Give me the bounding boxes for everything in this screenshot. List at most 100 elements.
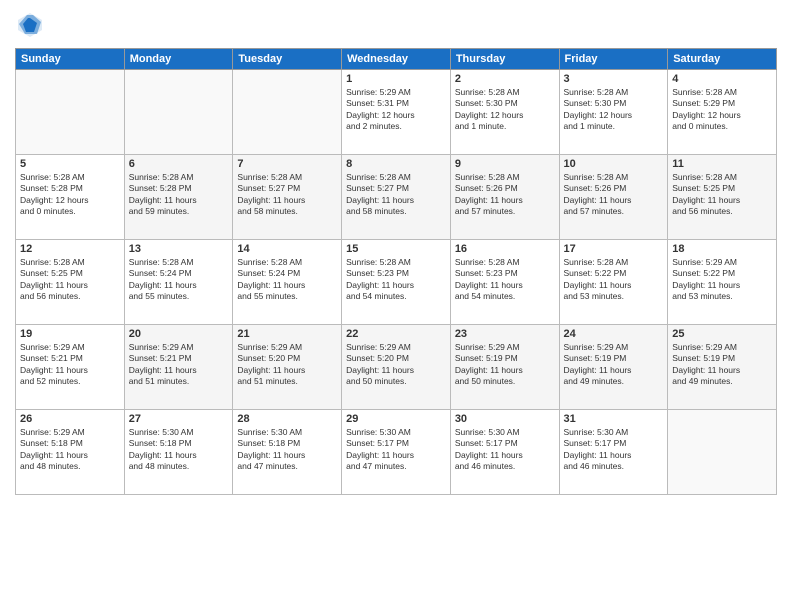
header-row: SundayMondayTuesdayWednesdayThursdayFrid… bbox=[16, 49, 777, 70]
calendar-cell: 4 Sunrise: 5:28 AM Sunset: 5:29 PM Daylig… bbox=[668, 70, 777, 155]
day-info: Sunrise: 5:28 AM Sunset: 5:28 PM Dayligh… bbox=[129, 172, 229, 218]
day-info: Sunrise: 5:28 AM Sunset: 5:22 PM Dayligh… bbox=[564, 257, 664, 303]
day-info: Sunrise: 5:28 AM Sunset: 5:27 PM Dayligh… bbox=[346, 172, 446, 218]
day-number: 10 bbox=[564, 158, 664, 170]
calendar-cell: 22Sunrise: 5:29 AM Sunset: 5:20 PM Dayli… bbox=[342, 325, 451, 410]
day-info: Sunrise: 5:30 AM Sunset: 5:17 PM Dayligh… bbox=[346, 427, 446, 473]
calendar-cell: 5 Sunrise: 5:28 AM Sunset: 5:28 PM Daylig… bbox=[16, 155, 125, 240]
day-number: 8 bbox=[346, 158, 446, 170]
weekday-header: Friday bbox=[559, 49, 668, 70]
calendar-cell: 26Sunrise: 5:29 AM Sunset: 5:18 PM Dayli… bbox=[16, 410, 125, 495]
day-info: Sunrise: 5:28 AM Sunset: 5:30 PM Dayligh… bbox=[564, 87, 664, 133]
day-info: Sunrise: 5:29 AM Sunset: 5:22 PM Dayligh… bbox=[672, 257, 772, 303]
day-number: 17 bbox=[564, 243, 664, 255]
weekday-header: Saturday bbox=[668, 49, 777, 70]
day-number: 19 bbox=[20, 328, 120, 340]
calendar-week-row: 1Sunrise: 5:29 AM Sunset: 5:31 PM Daylig… bbox=[16, 70, 777, 155]
calendar-cell: 2 Sunrise: 5:28 AM Sunset: 5:30 PM Daylig… bbox=[450, 70, 559, 155]
day-info: Sunrise: 5:30 AM Sunset: 5:18 PM Dayligh… bbox=[237, 427, 337, 473]
day-info: Sunrise: 5:28 AM Sunset: 5:26 PM Dayligh… bbox=[564, 172, 664, 218]
calendar-cell: 3 Sunrise: 5:28 AM Sunset: 5:30 PM Daylig… bbox=[559, 70, 668, 155]
day-info: Sunrise: 5:29 AM Sunset: 5:19 PM Dayligh… bbox=[564, 342, 664, 388]
day-info: Sunrise: 5:29 AM Sunset: 5:20 PM Dayligh… bbox=[237, 342, 337, 388]
day-number: 16 bbox=[455, 243, 555, 255]
day-number: 4 bbox=[672, 73, 772, 85]
calendar-cell: 15 Sunrise: 5:28 AM Sunset: 5:23 PM Dayli… bbox=[342, 240, 451, 325]
day-number: 25 bbox=[672, 328, 772, 340]
day-number: 24 bbox=[564, 328, 664, 340]
calendar-cell: 30 Sunrise: 5:30 AM Sunset: 5:17 PM Dayli… bbox=[450, 410, 559, 495]
weekday-header: Thursday bbox=[450, 49, 559, 70]
day-info: Sunrise: 5:30 AM Sunset: 5:17 PM Dayligh… bbox=[455, 427, 555, 473]
calendar-cell bbox=[124, 70, 233, 155]
day-info: Sunrise: 5:28 AM Sunset: 5:23 PM Dayligh… bbox=[455, 257, 555, 303]
calendar-cell: 20Sunrise: 5:29 AM Sunset: 5:21 PM Dayli… bbox=[124, 325, 233, 410]
calendar-cell: 7 Sunrise: 5:28 AM Sunset: 5:27 PM Daylig… bbox=[233, 155, 342, 240]
day-info: Sunrise: 5:30 AM Sunset: 5:17 PM Dayligh… bbox=[564, 427, 664, 473]
day-number: 21 bbox=[237, 328, 337, 340]
calendar-cell: 13Sunrise: 5:28 AM Sunset: 5:24 PM Dayli… bbox=[124, 240, 233, 325]
weekday-header: Monday bbox=[124, 49, 233, 70]
logo-icon bbox=[15, 10, 45, 40]
day-number: 15 bbox=[346, 243, 446, 255]
calendar-cell: 16 Sunrise: 5:28 AM Sunset: 5:23 PM Dayli… bbox=[450, 240, 559, 325]
day-number: 18 bbox=[672, 243, 772, 255]
calendar-cell: 1Sunrise: 5:29 AM Sunset: 5:31 PM Daylig… bbox=[342, 70, 451, 155]
day-number: 28 bbox=[237, 413, 337, 425]
calendar-cell: 24 Sunrise: 5:29 AM Sunset: 5:19 PM Dayli… bbox=[559, 325, 668, 410]
day-info: Sunrise: 5:29 AM Sunset: 5:19 PM Dayligh… bbox=[455, 342, 555, 388]
weekday-header: Wednesday bbox=[342, 49, 451, 70]
calendar-cell: 19 Sunrise: 5:29 AM Sunset: 5:21 PM Dayli… bbox=[16, 325, 125, 410]
day-number: 27 bbox=[129, 413, 229, 425]
day-number: 2 bbox=[455, 73, 555, 85]
day-info: Sunrise: 5:28 AM Sunset: 5:27 PM Dayligh… bbox=[237, 172, 337, 218]
calendar-week-row: 26Sunrise: 5:29 AM Sunset: 5:18 PM Dayli… bbox=[16, 410, 777, 495]
calendar-cell: 18 Sunrise: 5:29 AM Sunset: 5:22 PM Dayli… bbox=[668, 240, 777, 325]
day-info: Sunrise: 5:28 AM Sunset: 5:25 PM Dayligh… bbox=[20, 257, 120, 303]
day-info: Sunrise: 5:28 AM Sunset: 5:26 PM Dayligh… bbox=[455, 172, 555, 218]
day-number: 5 bbox=[20, 158, 120, 170]
calendar-cell: 9 Sunrise: 5:28 AM Sunset: 5:26 PM Daylig… bbox=[450, 155, 559, 240]
day-info: Sunrise: 5:28 AM Sunset: 5:30 PM Dayligh… bbox=[455, 87, 555, 133]
calendar-cell: 29 Sunrise: 5:30 AM Sunset: 5:17 PM Dayli… bbox=[342, 410, 451, 495]
day-info: Sunrise: 5:30 AM Sunset: 5:18 PM Dayligh… bbox=[129, 427, 229, 473]
day-number: 30 bbox=[455, 413, 555, 425]
calendar-cell bbox=[668, 410, 777, 495]
calendar-table: SundayMondayTuesdayWednesdayThursdayFrid… bbox=[15, 48, 777, 495]
calendar-week-row: 5 Sunrise: 5:28 AM Sunset: 5:28 PM Daylig… bbox=[16, 155, 777, 240]
day-info: Sunrise: 5:28 AM Sunset: 5:23 PM Dayligh… bbox=[346, 257, 446, 303]
day-info: Sunrise: 5:28 AM Sunset: 5:29 PM Dayligh… bbox=[672, 87, 772, 133]
day-number: 11 bbox=[672, 158, 772, 170]
day-number: 26 bbox=[20, 413, 120, 425]
day-number: 3 bbox=[564, 73, 664, 85]
calendar-cell: 6Sunrise: 5:28 AM Sunset: 5:28 PM Daylig… bbox=[124, 155, 233, 240]
calendar-cell: 17 Sunrise: 5:28 AM Sunset: 5:22 PM Dayli… bbox=[559, 240, 668, 325]
day-number: 22 bbox=[346, 328, 446, 340]
calendar-cell: 28 Sunrise: 5:30 AM Sunset: 5:18 PM Dayli… bbox=[233, 410, 342, 495]
day-info: Sunrise: 5:29 AM Sunset: 5:19 PM Dayligh… bbox=[672, 342, 772, 388]
day-number: 31 bbox=[564, 413, 664, 425]
day-info: Sunrise: 5:29 AM Sunset: 5:21 PM Dayligh… bbox=[20, 342, 120, 388]
calendar-cell: 11Sunrise: 5:28 AM Sunset: 5:25 PM Dayli… bbox=[668, 155, 777, 240]
weekday-header: Sunday bbox=[16, 49, 125, 70]
calendar-cell: 8 Sunrise: 5:28 AM Sunset: 5:27 PM Daylig… bbox=[342, 155, 451, 240]
day-number: 9 bbox=[455, 158, 555, 170]
day-info: Sunrise: 5:28 AM Sunset: 5:28 PM Dayligh… bbox=[20, 172, 120, 218]
day-info: Sunrise: 5:28 AM Sunset: 5:24 PM Dayligh… bbox=[129, 257, 229, 303]
calendar-cell: 27 Sunrise: 5:30 AM Sunset: 5:18 PM Dayli… bbox=[124, 410, 233, 495]
calendar-cell: 12Sunrise: 5:28 AM Sunset: 5:25 PM Dayli… bbox=[16, 240, 125, 325]
logo bbox=[15, 10, 49, 40]
weekday-header: Tuesday bbox=[233, 49, 342, 70]
day-number: 29 bbox=[346, 413, 446, 425]
day-info: Sunrise: 5:28 AM Sunset: 5:24 PM Dayligh… bbox=[237, 257, 337, 303]
calendar-cell bbox=[16, 70, 125, 155]
page: SundayMondayTuesdayWednesdayThursdayFrid… bbox=[0, 0, 792, 612]
header bbox=[15, 10, 777, 40]
calendar-cell: 23Sunrise: 5:29 AM Sunset: 5:19 PM Dayli… bbox=[450, 325, 559, 410]
calendar-week-row: 12Sunrise: 5:28 AM Sunset: 5:25 PM Dayli… bbox=[16, 240, 777, 325]
day-number: 1 bbox=[346, 73, 446, 85]
calendar-cell bbox=[233, 70, 342, 155]
day-number: 14 bbox=[237, 243, 337, 255]
calendar-cell: 31 Sunrise: 5:30 AM Sunset: 5:17 PM Dayli… bbox=[559, 410, 668, 495]
day-number: 7 bbox=[237, 158, 337, 170]
